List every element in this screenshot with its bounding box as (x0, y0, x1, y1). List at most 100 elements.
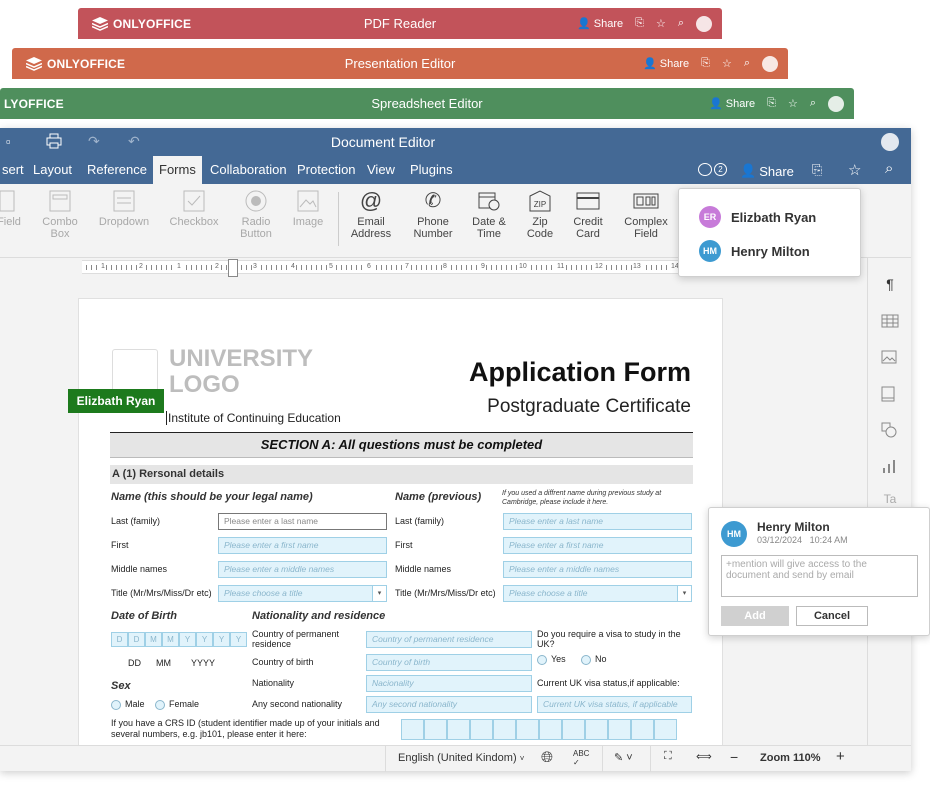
open-location-icon[interactable]: ⎘ (812, 162, 822, 178)
table-icon[interactable] (881, 314, 899, 332)
first-name-input[interactable]: Please enter a first name (218, 537, 387, 554)
tab-protection[interactable]: Protection (291, 156, 362, 184)
comment-textarea[interactable]: +mention will give access to the documen… (721, 555, 918, 597)
text-field-button[interactable]: Field (0, 190, 24, 228)
sex-female-radio[interactable]: Female (155, 699, 199, 710)
dob-box[interactable]: Y (230, 632, 247, 647)
dob-boxes[interactable]: D D M M Y Y Y Y (111, 632, 247, 647)
crs-box[interactable] (401, 719, 424, 740)
nationality-input[interactable]: Nacionality (366, 675, 532, 692)
share-button[interactable]: 👤 Share (643, 57, 689, 71)
crs-box[interactable] (470, 719, 493, 740)
document-page[interactable]: UNIVERSITY LOGO Institute of Continuing … (78, 298, 723, 748)
dob-box[interactable]: Y (179, 632, 196, 647)
residence-input[interactable]: Country of permanent residence (366, 631, 532, 648)
tab-layout[interactable]: Layout (27, 156, 78, 184)
prev-title-dropdown[interactable]: Please choose a title ▾ (503, 585, 692, 602)
phone-number-button[interactable]: ✆ Phone Number (408, 190, 458, 240)
combo-box-button[interactable]: Combo Box (40, 190, 80, 240)
share-button[interactable]: 👤 Share (577, 17, 623, 31)
tab-insert[interactable]: sert (0, 156, 30, 184)
dob-box[interactable]: M (145, 632, 162, 647)
image-icon[interactable] (881, 350, 899, 368)
zip-code-button[interactable]: ZIP Zip Code (520, 190, 560, 240)
crs-box[interactable] (516, 719, 539, 740)
second-nationality-input[interactable]: Any second nationality (366, 696, 532, 713)
tab-collaboration[interactable]: Collaboration (204, 156, 293, 184)
spreadsheet-editor-titlebar[interactable]: LYOFFICE Spreadsheet Editor 👤 Share ⎘ ☆ ⌕ (0, 88, 854, 119)
tab-plugins[interactable]: Plugins (404, 156, 459, 184)
favorite-star-icon[interactable]: ☆ (788, 97, 798, 110)
user-avatar[interactable] (881, 133, 899, 151)
last-name-input[interactable]: Please enter a last name (218, 513, 387, 530)
crs-box[interactable] (631, 719, 654, 740)
dob-box[interactable]: Y (213, 632, 230, 647)
date-time-button[interactable]: Date & Time (466, 190, 512, 240)
checkbox-button[interactable]: Checkbox (166, 190, 222, 228)
title-dropdown[interactable]: Please choose a title ▾ (218, 585, 387, 602)
birth-country-input[interactable]: Country of birth (366, 654, 532, 671)
user-avatar[interactable] (828, 95, 844, 112)
zoom-in-icon[interactable]: + (836, 748, 845, 765)
prev-first-name-input[interactable]: Please enter a first name (503, 537, 692, 554)
paragraph-icon[interactable]: ¶ (881, 276, 899, 294)
dob-box[interactable]: M (162, 632, 179, 647)
middle-names-input[interactable]: Please enter a middle names (218, 561, 387, 578)
pdf-reader-titlebar[interactable]: ONLYOFFICE PDF Reader 👤 Share ⎘ ☆ ⌕ (78, 8, 722, 39)
search-icon[interactable]: ⌕ (885, 160, 893, 177)
favorite-star-icon[interactable]: ☆ (722, 57, 732, 70)
radio-button-button[interactable]: Radio Button (236, 190, 276, 240)
ruler-indent-marker[interactable] (228, 259, 238, 277)
crs-box[interactable] (585, 719, 608, 740)
crs-box[interactable] (493, 719, 516, 740)
shape-icon[interactable] (881, 422, 899, 440)
search-icon[interactable]: ⌕ (678, 17, 684, 30)
favorite-star-icon[interactable]: ☆ (656, 17, 666, 30)
fit-page-icon[interactable]: ⛶ (664, 750, 672, 763)
co-editors-button[interactable]: 2 (698, 163, 727, 176)
prev-last-name-input[interactable]: Please enter a last name (503, 513, 692, 530)
dob-box[interactable]: D (128, 632, 145, 647)
crs-box[interactable] (654, 719, 677, 740)
complex-field-button[interactable]: Complex Field (620, 190, 672, 240)
search-icon[interactable]: ⌕ (810, 97, 816, 110)
dob-box[interactable]: D (111, 632, 128, 647)
search-icon[interactable]: ⌕ (744, 57, 750, 70)
spellcheck-icon[interactable]: ABC ✓ (573, 749, 589, 767)
crs-box[interactable] (608, 719, 631, 740)
open-location-icon[interactable]: ⎘ (635, 17, 644, 30)
open-location-icon[interactable]: ⎘ (767, 97, 776, 110)
crs-id-boxes[interactable] (401, 719, 677, 740)
language-selector[interactable]: English (United Kindom) ˅ (398, 752, 524, 764)
add-comment-button[interactable]: Add (721, 606, 789, 626)
dob-box[interactable]: Y (196, 632, 213, 647)
open-location-icon[interactable]: ⎘ (701, 57, 710, 70)
tab-forms[interactable]: Forms (153, 156, 202, 184)
presentation-editor-titlebar[interactable]: ONLYOFFICE Presentation Editor 👤 Share ⎘ … (12, 48, 788, 79)
header-footer-icon[interactable] (881, 386, 899, 404)
horizontal-ruler[interactable]: 1 2 1 2 3 4 5 6 7 8 9 10 11 12 13 14 (82, 260, 692, 274)
crs-box[interactable] (424, 719, 447, 740)
visa-no-radio[interactable]: No (581, 654, 607, 665)
crs-box[interactable] (562, 719, 585, 740)
fit-width-icon[interactable]: ⟺ (696, 750, 712, 763)
track-changes-icon[interactable]: ✎ ˅ (614, 751, 633, 764)
sex-male-radio[interactable]: Male (111, 699, 145, 710)
favorite-star-icon[interactable]: ☆ (848, 161, 861, 179)
visa-status-input[interactable]: Current UK visa status, if applicable (537, 696, 692, 713)
credit-card-button[interactable]: Credit Card (568, 190, 608, 240)
crs-box[interactable] (539, 719, 562, 740)
tab-reference[interactable]: Reference (81, 156, 153, 184)
zoom-out-icon[interactable]: − (730, 749, 738, 765)
globe-icon[interactable]: 🌐︎ (541, 749, 553, 766)
crs-box[interactable] (447, 719, 470, 740)
prev-middle-names-input[interactable]: Please enter a middle names (503, 561, 692, 578)
cancel-comment-button[interactable]: Cancel (796, 606, 868, 626)
dropdown-button[interactable]: Dropdown (96, 190, 152, 228)
tab-view[interactable]: View (361, 156, 401, 184)
user-avatar[interactable] (762, 55, 778, 72)
share-button[interactable]: 👤 Share (740, 163, 794, 179)
user-avatar[interactable] (696, 15, 712, 32)
chart-icon[interactable] (881, 458, 899, 476)
visa-yes-radio[interactable]: Yes (537, 654, 566, 665)
